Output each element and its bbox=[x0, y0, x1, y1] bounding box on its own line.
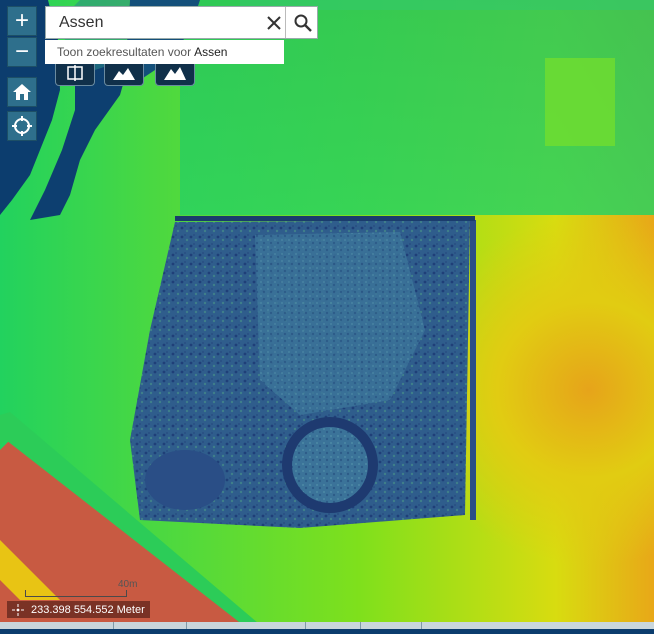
terrain-profile-icon bbox=[164, 66, 186, 80]
scale-label: 40m bbox=[118, 579, 138, 590]
bottom-toolbar-segment[interactable] bbox=[114, 622, 187, 629]
close-icon bbox=[267, 16, 281, 30]
bottom-toolbar-segment[interactable] bbox=[361, 622, 422, 629]
locate-button[interactable] bbox=[7, 111, 37, 141]
zoom-out-label: − bbox=[14, 38, 29, 65]
search-suggestion[interactable]: Toon zoekresultaten voor Assen bbox=[45, 40, 284, 64]
search-button[interactable] bbox=[285, 7, 319, 38]
elevation-map-canvas bbox=[0, 0, 654, 629]
suggestion-term: Assen bbox=[194, 45, 228, 59]
scale-bar bbox=[25, 590, 127, 597]
clear-search-button[interactable] bbox=[261, 10, 287, 36]
field-block bbox=[545, 58, 615, 146]
search-input[interactable] bbox=[57, 6, 261, 39]
bottom-toolbar-segment[interactable] bbox=[0, 622, 114, 629]
terrain-icon bbox=[113, 67, 135, 80]
depression bbox=[145, 450, 225, 510]
coordinate-text: 233.398 554.552 Meter bbox=[31, 603, 145, 616]
ditch-east bbox=[470, 220, 476, 520]
bottom-toolbar bbox=[0, 622, 654, 629]
bottom-toolbar-segment[interactable] bbox=[187, 622, 306, 629]
zoom-out-button[interactable]: − bbox=[7, 37, 37, 67]
crosshair-small-icon bbox=[11, 603, 25, 617]
search-icon bbox=[294, 14, 312, 32]
bottom-toolbar-segment[interactable] bbox=[306, 622, 361, 629]
layer-swipe-icon bbox=[67, 64, 83, 81]
zoom-in-label: + bbox=[14, 7, 29, 34]
home-icon bbox=[13, 84, 31, 100]
coordinate-display[interactable]: 233.398 554.552 Meter bbox=[7, 601, 150, 618]
crosshair-icon bbox=[12, 116, 32, 136]
zoom-in-button[interactable]: + bbox=[7, 6, 37, 36]
ditch-north bbox=[175, 216, 475, 221]
search-box bbox=[45, 6, 318, 39]
suggestion-prefix: Toon zoekresultaten voor bbox=[57, 45, 192, 59]
elevation-map[interactable] bbox=[0, 0, 654, 629]
home-button[interactable] bbox=[7, 77, 37, 107]
pond-center bbox=[292, 427, 368, 503]
